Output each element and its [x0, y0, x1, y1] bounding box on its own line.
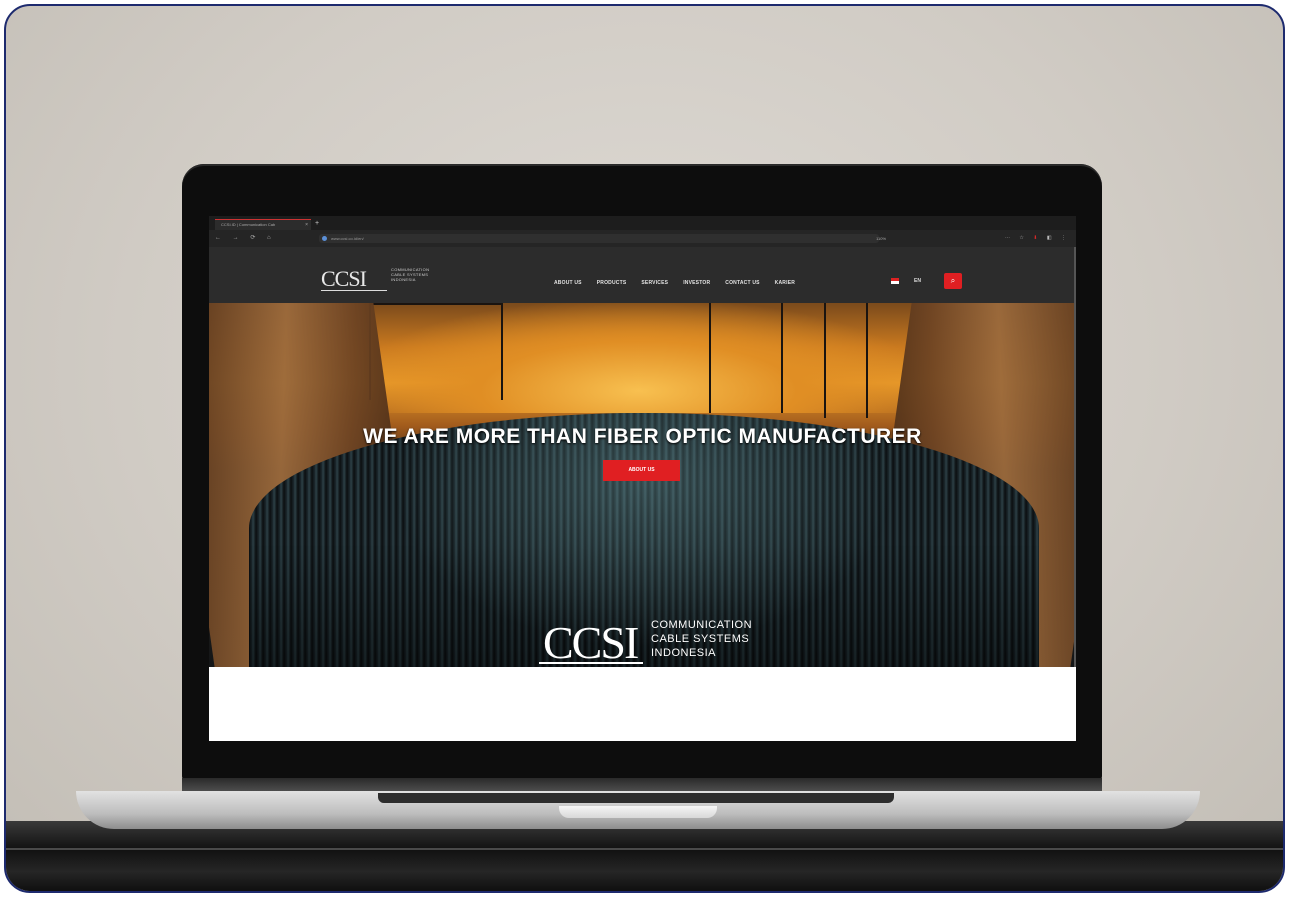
zoom-level[interactable]: 110% [876, 234, 886, 243]
hero-logo-tagline: COMMUNICATION CABLE SYSTEMS INDONESIA [651, 618, 752, 660]
hero-logo-tagline-line: INDONESIA [651, 647, 717, 659]
page-scrollbar[interactable] [1074, 247, 1076, 667]
indonesia-flag-icon[interactable] [891, 278, 899, 284]
laptop-base-groove [378, 793, 894, 803]
shield-icon [322, 236, 327, 241]
hero-title: WE ARE MORE THAN FIBER OPTIC MANUFACTURE… [363, 425, 922, 448]
power-tower-graphic [369, 303, 503, 400]
about-us-button[interactable]: ABOUT US [603, 460, 680, 481]
menu-investor[interactable]: INVESTOR [683, 280, 710, 286]
sidebar-icon[interactable]: ◧ [1047, 235, 1056, 241]
menu-icon[interactable]: ⋮ [1061, 235, 1070, 241]
toolbar-extensions: ⋯ ☆ ⬇ ◧ ⋮ [1005, 234, 1070, 243]
cable-drum-shade [249, 413, 1039, 667]
power-tower-graphic [824, 303, 868, 418]
shelf [6, 821, 1283, 891]
new-tab-button[interactable]: + [315, 219, 319, 228]
logo-tagline: COMMUNICATION CABLE SYSTEMS INDONESIA [391, 267, 429, 282]
star-icon[interactable]: ☆ [1019, 235, 1027, 241]
laptop-screen: CCSI.ID | Communication Cab × + ← → ⟳ ⌂ … [209, 216, 1076, 741]
nav-buttons[interactable]: ← → ⟳ ⌂ [215, 234, 276, 241]
menu-products[interactable]: PRODUCTS [597, 280, 627, 286]
content-section [209, 667, 1076, 741]
logo-underline [321, 290, 387, 291]
site-logo[interactable]: CCSI [321, 266, 367, 292]
image-frame: CCSI.ID | Communication Cab × + ← → ⟳ ⌂ … [4, 4, 1285, 893]
tab-title: CCSI.ID | Communication Cab [221, 222, 276, 227]
laptop-notch [559, 806, 717, 818]
hero-logo-tagline-line: CABLE SYSTEMS [651, 633, 750, 645]
url-bar[interactable]: www.ccsi.co.id/en/ [319, 234, 879, 243]
menu-karier[interactable]: KARIER [775, 280, 795, 286]
language-switch[interactable]: EN [914, 278, 921, 284]
menu-services[interactable]: SERVICES [641, 280, 668, 286]
url-text: www.ccsi.co.id/en/ [331, 236, 364, 241]
logo-tagline-line: INDONESIA [391, 277, 416, 282]
browser-tab[interactable]: CCSI.ID | Communication Cab × [215, 219, 311, 230]
site-header: CCSI COMMUNICATION CABLE SYSTEMS INDONES… [209, 247, 1076, 303]
search-button[interactable]: ⌕ [944, 273, 962, 289]
hero-logo-tagline-line: COMMUNICATION [651, 619, 753, 631]
browser-toolbar: ← → ⟳ ⌂ www.ccsi.co.id/en/ 110% ⋯ ☆ ⬇ ◧ … [209, 230, 1076, 247]
download-icon[interactable]: ⬇ [1033, 235, 1041, 241]
menu-contact-us[interactable]: CONTACT US [725, 280, 759, 286]
hero-banner: WE ARE MORE THAN FIBER OPTIC MANUFACTURE… [209, 303, 1076, 667]
shelf-edge [6, 848, 1283, 850]
menu-about-us[interactable]: ABOUT US [554, 280, 582, 286]
browser-tabbar: CCSI.ID | Communication Cab × + [209, 216, 1076, 230]
close-tab-icon[interactable]: × [305, 220, 308, 230]
power-tower-graphic [709, 303, 783, 413]
main-menu: ABOUT US PRODUCTS SERVICES INVESTOR CONT… [554, 280, 795, 286]
more-icon[interactable]: ⋯ [1005, 235, 1014, 241]
hero-logo-underline [539, 662, 643, 664]
